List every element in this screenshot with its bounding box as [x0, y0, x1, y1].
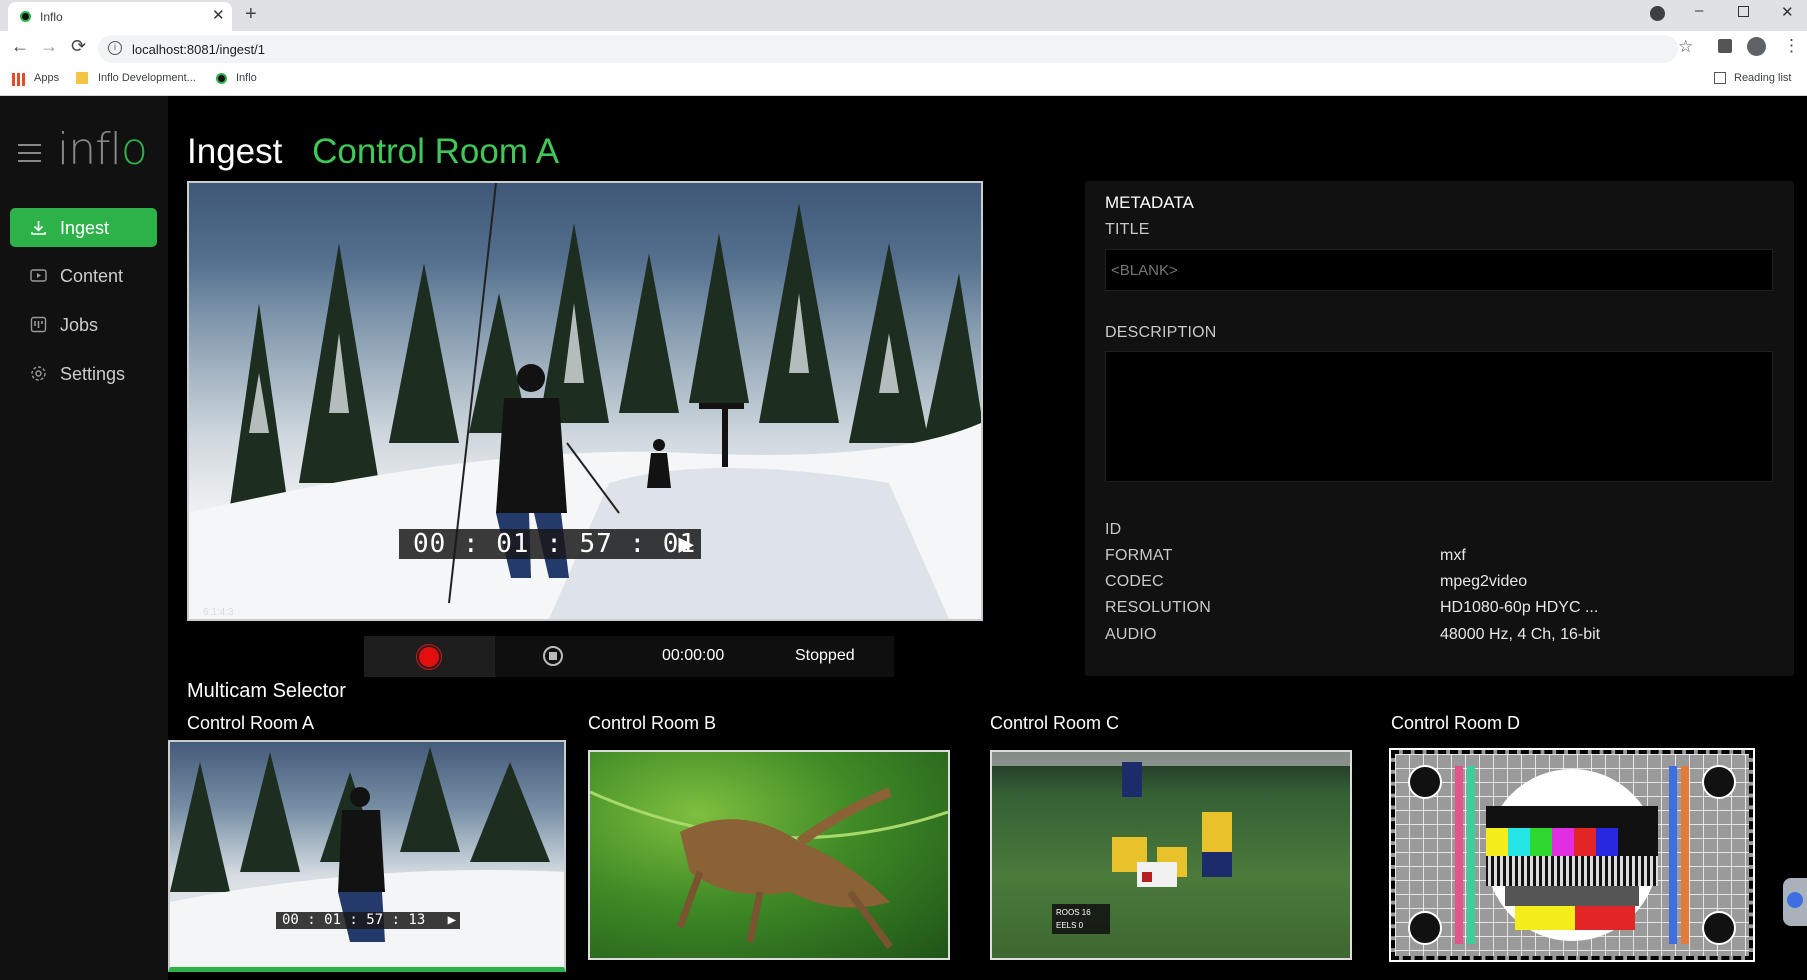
tab-search-icon[interactable]	[1650, 6, 1665, 21]
kanban-icon	[30, 316, 47, 333]
browser-tab[interactable]: Inflo ✕	[8, 2, 232, 31]
chat-icon	[1787, 892, 1803, 908]
multicam-heading: Multicam Selector	[187, 680, 346, 702]
cam-b-label: Control Room B	[588, 713, 717, 733]
cam-d-thumbnail[interactable]	[1389, 748, 1755, 962]
metadata-heading: METADATA	[1105, 193, 1194, 212]
stop-icon	[543, 646, 563, 666]
url-text: localhost:8081/ingest/1	[132, 42, 265, 57]
play-marker-icon: ▶	[678, 529, 695, 559]
cam-c-scoreboard: ROOS 16 EELS 0	[1052, 904, 1110, 934]
tab-title: Inflo	[40, 10, 63, 24]
browser-tabbar	[0, 0, 1807, 31]
cam-a-label: Control Room A	[187, 713, 315, 733]
bookmark-inflo[interactable]: Inflo	[236, 72, 257, 84]
video-player[interactable]: 00 : 01 : 57 : 01 ▶ 6:1:4:3	[187, 181, 983, 621]
page-subtitle: Control Room A	[312, 132, 560, 171]
apps-grid-icon[interactable]	[12, 73, 25, 86]
timecode-overlay: 00 : 01 : 57 : 01 ▶	[399, 529, 701, 559]
record-elapsed: 00:00:00	[662, 647, 725, 664]
cam-c-frame	[992, 752, 1350, 887]
profile-icon[interactable]	[1747, 37, 1766, 56]
nav-ingest-label: Ingest	[60, 218, 110, 238]
page-title: Ingest Control Room A	[187, 132, 559, 172]
record-button[interactable]	[364, 636, 495, 677]
new-tab-icon[interactable]: +	[245, 3, 257, 26]
test-card-frame	[1395, 754, 1749, 956]
nav-jobs[interactable]: Jobs	[10, 305, 157, 344]
safe-area-label: 6:1:4:3	[203, 607, 234, 618]
menu-icon[interactable]: ⋮	[1783, 36, 1800, 56]
meta-resolution-label: RESOLUTION	[1105, 599, 1212, 616]
meta-format-value: mxf	[1440, 547, 1466, 564]
meta-audio-label: AUDIO	[1105, 626, 1157, 643]
minimize-icon[interactable]: –	[1695, 2, 1703, 19]
cam-d-label: Control Room D	[1391, 713, 1521, 733]
download-icon	[31, 221, 46, 235]
meta-audio-value: 48000 Hz, 4 Ch, 16-bit	[1440, 626, 1601, 643]
bookmarks-bar	[0, 67, 1807, 96]
stop-button[interactable]	[512, 639, 592, 674]
inflo-favicon-icon	[216, 73, 227, 84]
bookmark-star-icon[interactable]: ☆	[1678, 37, 1693, 57]
cam-c-thumbnail[interactable]: ROOS 16 EELS 0	[990, 750, 1352, 960]
close-tab-icon[interactable]: ✕	[212, 6, 225, 24]
cam-b-frame	[590, 787, 948, 950]
close-window-icon[interactable]: ✕	[1781, 3, 1794, 21]
extensions-icon[interactable]	[1718, 39, 1732, 53]
nav-settings-label: Settings	[60, 364, 126, 384]
title-label: TITLE	[1105, 221, 1150, 238]
favicon-icon	[20, 11, 31, 22]
gear-icon	[31, 366, 46, 381]
app-logo: inflo	[57, 124, 148, 175]
side-widget-tab[interactable]	[1783, 878, 1807, 926]
cam-a-timecode-overlay: 00 : 01 : 57 : 13 ▶	[276, 912, 460, 929]
play-box-icon	[30, 269, 47, 282]
meta-format-label: FORMAT	[1105, 547, 1173, 564]
nav-settings[interactable]: Settings	[10, 354, 157, 393]
meta-id-label: ID	[1105, 521, 1122, 538]
timecode-text: 00 : 01 : 57 : 01	[413, 529, 697, 559]
restore-icon[interactable]	[1738, 6, 1749, 17]
nav-ingest[interactable]: Ingest	[10, 208, 157, 247]
reading-list[interactable]: Reading list	[1734, 72, 1791, 84]
bookmark-apps[interactable]: Apps	[34, 72, 59, 84]
info-icon[interactable]: i	[108, 41, 122, 55]
reading-list-icon	[1714, 72, 1726, 84]
address-bar[interactable]: i localhost:8081/ingest/1 ☆	[98, 35, 1693, 63]
page-title-text: Ingest	[187, 132, 283, 171]
cam-c-label: Control Room C	[990, 713, 1120, 733]
description-input[interactable]	[1105, 351, 1773, 482]
nav-content-label: Content	[60, 266, 124, 286]
score-home: ROOS 16	[1056, 908, 1091, 917]
cam-a-frame	[170, 747, 564, 967]
forward-icon[interactable]: →	[40, 36, 58, 57]
hamburger-icon[interactable]	[18, 144, 41, 162]
cam-b-thumbnail[interactable]	[588, 750, 950, 960]
folder-icon	[76, 72, 88, 84]
description-label: DESCRIPTION	[1105, 324, 1217, 341]
title-input[interactable]	[1105, 249, 1773, 291]
meta-codec-value: mpeg2video	[1440, 573, 1528, 590]
record-status: Stopped	[795, 647, 855, 664]
record-controls: 00:00:00 Stopped	[364, 636, 894, 677]
bookmark-inflo-dev[interactable]: Inflo Development...	[98, 72, 196, 84]
nav-jobs-label: Jobs	[60, 315, 99, 335]
meta-codec-label: CODEC	[1105, 573, 1164, 590]
sidebar: inflo Ingest Content Jobs Settings	[0, 96, 168, 980]
cam-a-play-icon: ▶	[447, 912, 456, 928]
cam-a-timecode: 00 : 01 : 57 : 13	[282, 912, 426, 928]
meta-resolution-value: HD1080-60p HDYC ...	[1440, 599, 1599, 616]
nav-content[interactable]: Content	[10, 256, 157, 295]
metadata-panel: METADATA TITLE DESCRIPTION ID FORMAT mxf…	[1085, 181, 1794, 676]
reload-icon[interactable]: ⟳	[71, 36, 86, 57]
back-icon[interactable]: ←	[11, 36, 29, 57]
cam-a-thumbnail[interactable]: 00 : 01 : 57 : 13 ▶	[168, 740, 566, 972]
score-away: EELS 0	[1056, 921, 1084, 930]
record-dot-icon	[419, 647, 439, 667]
